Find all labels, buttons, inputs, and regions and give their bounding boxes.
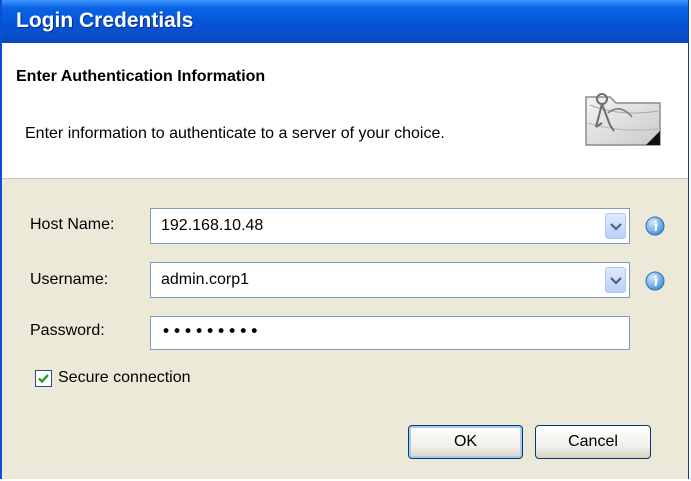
host-name-label: Host Name:	[30, 216, 115, 233]
dialog-title: Login Credentials	[16, 9, 194, 32]
host-name-value[interactable]: 192.168.10.48	[161, 217, 263, 235]
ok-button[interactable]: OK	[408, 425, 523, 459]
host-name-dropdown-button[interactable]	[605, 213, 626, 239]
credentials-wizard-icon	[585, 93, 661, 146]
secure-connection-label[interactable]: Secure connection	[58, 369, 191, 387]
username-label: Username:	[30, 271, 109, 288]
title-bar[interactable]: Login Credentials	[2, 0, 688, 43]
chevron-down-icon	[610, 277, 622, 285]
username-value[interactable]: admin.corp1	[161, 271, 249, 289]
password-field[interactable]: •••••••••	[150, 316, 630, 350]
banner-description: Enter information to authenticate to a s…	[25, 125, 445, 142]
secure-connection-checkbox[interactable]	[35, 370, 52, 387]
info-icon[interactable]	[645, 216, 665, 236]
password-label: Password:	[30, 322, 105, 339]
username-dropdown-button[interactable]	[605, 267, 626, 293]
checkmark-icon	[38, 374, 49, 384]
chevron-down-icon	[610, 223, 622, 231]
cancel-button[interactable]: Cancel	[535, 425, 651, 459]
info-icon[interactable]	[645, 271, 665, 291]
header-banner: Enter Authentication Information Enter i…	[2, 43, 688, 179]
password-masked-value[interactable]: •••••••••	[161, 322, 260, 342]
host-name-combobox[interactable]: 192.168.10.48	[150, 208, 630, 244]
username-combobox[interactable]: admin.corp1	[150, 262, 630, 298]
banner-heading: Enter Authentication Information	[16, 68, 266, 85]
login-credentials-dialog: Login Credentials Enter Authentication I…	[0, 0, 689, 479]
